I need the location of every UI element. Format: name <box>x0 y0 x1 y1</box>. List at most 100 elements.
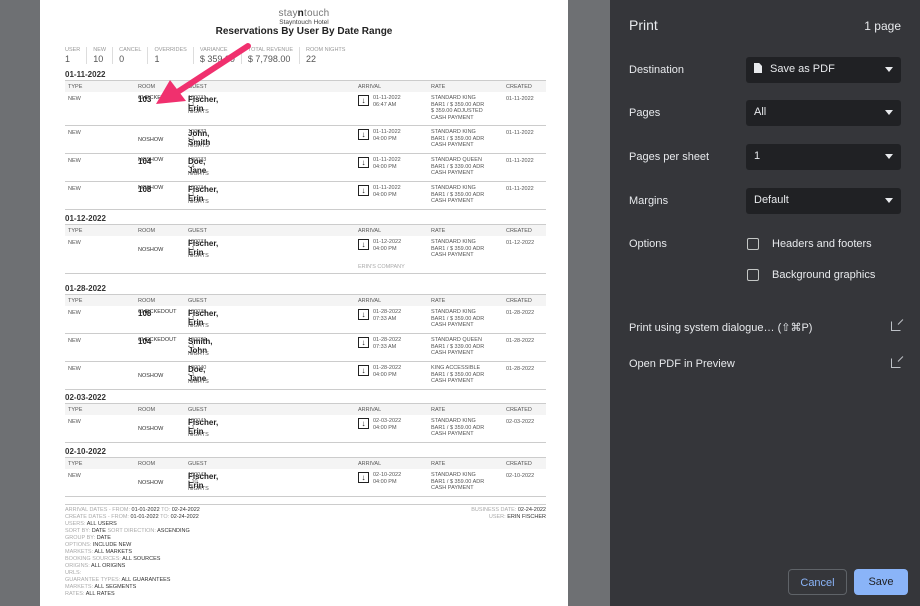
row-type: NEW <box>68 366 81 372</box>
filter-value: ALL USERS <box>86 521 117 527</box>
summary-stats: USER 1 NEW 10 CANCEL 0 OVERRIDES 1 VARIANCE $ 359… <box>65 47 357 64</box>
open-pdf-link[interactable]: Open PDF in Preview <box>629 358 901 370</box>
arrival-datetime: 01-11-2022 04:00 PM <box>373 157 401 170</box>
arrival-datetime: 01-28-2022 07:33 AM <box>373 309 401 322</box>
system-dialog-link[interactable]: Print using system dialogue… (⇧⌘P) <box>629 321 901 334</box>
arrival-time: 04:00 PM <box>373 478 397 485</box>
table-row: NEW NOSHOW John, Smith 100032 • 1 NIGHTS ↓ 01… <box>65 126 546 154</box>
rate-line: CASH PAYMENT <box>431 170 474 176</box>
row-type: NEW <box>68 96 81 102</box>
row-type: NEW <box>68 419 81 425</box>
arrival-date: 01-11-2022 <box>373 185 401 191</box>
arrival-date: 01-28-2022 <box>373 365 402 371</box>
room-status: NOSHOW <box>138 247 164 253</box>
room-status: CHECKEDOUT <box>138 95 177 101</box>
stat-value: 1 <box>154 54 160 64</box>
column-header-guest: GUEST <box>188 298 207 304</box>
row-created: 01-11-2022 <box>506 158 534 164</box>
arrival-arrow-icon: ↓ <box>358 337 369 348</box>
background-graphics-label[interactable]: Background graphics <box>772 269 875 281</box>
filter-key: URLS: <box>65 570 82 576</box>
filter-value: 02-24-2022 <box>171 507 200 513</box>
save-button[interactable]: Save <box>854 569 908 595</box>
guest-id-nights: 100034 • 1 NIGHTS <box>188 185 209 205</box>
row-type: NEW <box>68 240 81 246</box>
filter-key: ORIGINS: <box>65 563 91 569</box>
print-settings-panel: Print 1 page Destination Save as PDF Pag… <box>610 0 920 606</box>
rate-line: CASH PAYMENT <box>431 378 474 384</box>
filter-value: 02-24-2022 <box>170 514 199 520</box>
column-header-type: TYPE <box>68 298 83 304</box>
stat-value: $ 7,798.00 <box>247 54 291 64</box>
row-created: 02-03-2022 <box>506 419 535 425</box>
guest-id-nights: 100037 • 1 NIGHTS <box>188 239 209 259</box>
filter-line: URLS: <box>65 570 546 577</box>
row-rate: STANDARD KING BAR1 / $ 359.00 ADR CASH PAY… <box>431 185 484 205</box>
row-created: 01-28-2022 <box>506 338 535 344</box>
system-dialog-label: Print using system dialogue… (⇧⌘P) <box>629 322 813 334</box>
table-row: NEW NOSHOW Fischer, Erin 100041 • 1 NIGHTS ↓… <box>65 415 546 443</box>
column-header-rate: RATE <box>431 298 446 304</box>
table-row: NEW 108 CHECKEDOUT Fischer, Erin 100038 • 1 … <box>65 306 546 334</box>
column-headers: TYPE ROOM GUEST ARRIVAL RATE CREATED <box>65 295 546 306</box>
row-created: 01-28-2022 <box>506 366 535 372</box>
external-link-icon <box>891 358 901 368</box>
filter-key: MARKETS: <box>65 584 95 590</box>
arrival-time: 06:47 AM <box>373 101 397 108</box>
row-rate: STANDARD KING BAR1 / $ 359.00 ADR CASH PAY… <box>431 472 484 492</box>
column-header-room: ROOM <box>138 228 156 234</box>
row-type: NEW <box>68 338 81 344</box>
arrival-datetime: 01-11-2022 04:00 PM <box>373 185 401 198</box>
table-row: NEW 104 NOSHOW Doe, Jane 100033 • 4 NIGHTS ↓ 0… <box>65 154 546 182</box>
filter-key: BOOKING SOURCES: <box>65 556 123 562</box>
column-header-created: CREATED <box>506 461 532 467</box>
open-pdf-label: Open PDF in Preview <box>629 358 735 370</box>
headers-footers-label[interactable]: Headers and footers <box>772 238 872 250</box>
stat-label: VARIANCE <box>199 47 228 53</box>
date-section: 01-11-2022 TYPE ROOM GUEST ARRIVAL RATE CREATE… <box>65 70 546 210</box>
arrival-arrow-icon: ↓ <box>358 129 369 140</box>
destination-select[interactable]: Save as PDF <box>746 57 901 83</box>
stat-item: CANCEL 0 <box>119 47 149 64</box>
row-created: 01-11-2022 <box>506 186 534 192</box>
column-header-created: CREATED <box>506 228 532 234</box>
stat-value: 0 <box>119 54 125 64</box>
section-date: 01-12-2022 <box>65 214 546 225</box>
arrival-arrow-icon: ↓ <box>358 239 369 250</box>
headers-footers-checkbox[interactable] <box>747 238 759 250</box>
margins-select[interactable]: Default <box>746 188 901 214</box>
arrival-time: 04:00 PM <box>373 191 397 198</box>
stat-item: VARIANCE $ 359.00 <box>200 47 242 64</box>
page-count: 1 page <box>864 19 901 33</box>
guest-id-nights: 100040 • 1 NIGHTS <box>188 365 209 385</box>
background-graphics-checkbox[interactable] <box>747 269 759 281</box>
arrival-date: 01-11-2022 <box>373 157 401 163</box>
row-created: 01-28-2022 <box>506 310 535 316</box>
pages-value: All <box>754 106 767 118</box>
cancel-button[interactable]: Cancel <box>788 569 847 595</box>
arrival-date: 01-28-2022 <box>373 309 402 315</box>
stat-item: TOTAL REVENUE $ 7,798.00 <box>247 47 301 64</box>
arrival-arrow-icon: ↓ <box>358 365 369 376</box>
row-rate: STANDARD KING BAR1 / $ 359.00 ADR CASH PAY… <box>431 129 484 149</box>
row-arrival: ↓ 01-28-2022 07:33 AM <box>358 337 401 350</box>
table-row: NEW 108 NOSHOW Fischer, Erin 100034 • 1 NIGH… <box>65 182 546 210</box>
stat-label: ROOM NIGHTS <box>306 47 346 53</box>
report-title: Reservations By User By Date Range <box>215 26 393 37</box>
section-date: 02-10-2022 <box>65 447 546 458</box>
row-arrival: ↓ 01-11-2022 04:00 PM <box>358 129 401 142</box>
row-arrival: ↓ 01-28-2022 04:00 PM <box>358 365 401 378</box>
arrival-date: 02-03-2022 <box>373 418 402 424</box>
row-rate: STANDARD QUEEN BAR1 / $ 339.00 ADR CASH PA… <box>431 337 484 357</box>
room-status: NOSHOW <box>138 157 164 163</box>
row-arrival: ↓ 02-10-2022 04:00 PM <box>358 472 401 485</box>
pages-per-sheet-select[interactable]: 1 <box>746 144 901 170</box>
filter-value: ERIN FISCHER <box>507 514 546 520</box>
chevron-down-icon <box>885 67 893 72</box>
table-row: NEW NOSHOW Fischer, Erin 100042 • 10 NIGHTS… <box>65 469 546 497</box>
pages-select[interactable]: All <box>746 100 901 126</box>
arrival-arrow-icon: ↓ <box>358 418 369 429</box>
filter-key: SORT BY: <box>65 528 92 534</box>
guest-id-nights: 100033 • 4 NIGHTS <box>188 157 209 177</box>
arrival-time: 07:33 AM <box>373 315 397 322</box>
